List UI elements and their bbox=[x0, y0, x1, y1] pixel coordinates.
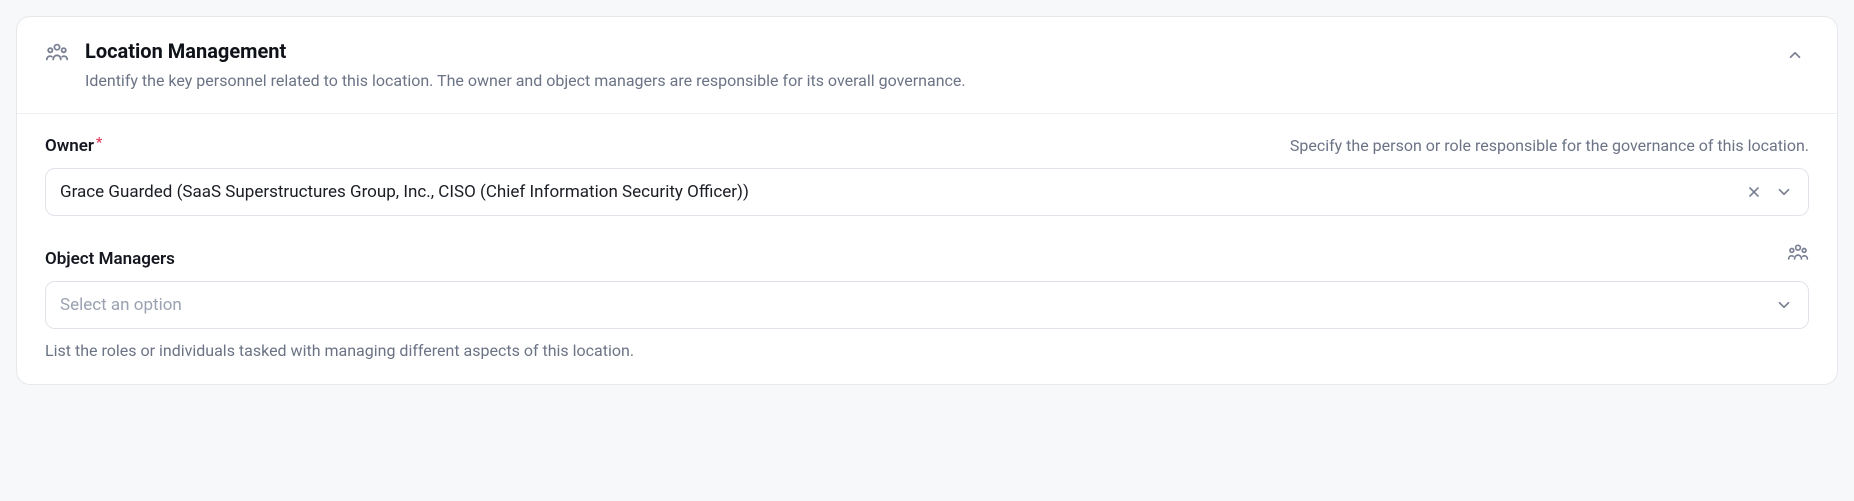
owner-label-text: Owner bbox=[45, 136, 94, 156]
owner-select-value: Grace Guarded (SaaS Superstructures Grou… bbox=[60, 182, 1732, 202]
owner-field: Owner * Specify the person or role respo… bbox=[45, 136, 1809, 216]
chevron-up-icon bbox=[1786, 46, 1804, 64]
owner-hint: Specify the person or role responsible f… bbox=[118, 136, 1809, 155]
people-icon bbox=[1787, 242, 1809, 264]
panel-subtitle: Identify the key personnel related to th… bbox=[85, 69, 1769, 93]
panel-body: Owner * Specify the person or role respo… bbox=[17, 114, 1837, 384]
object-managers-field-header: Object Managers bbox=[45, 242, 1809, 269]
chevron-down-icon bbox=[1774, 295, 1794, 315]
panel-header: Location Management Identify the key per… bbox=[17, 17, 1837, 114]
owner-select-actions bbox=[1744, 182, 1794, 202]
collapse-toggle[interactable] bbox=[1781, 41, 1809, 69]
owner-select[interactable]: Grace Guarded (SaaS Superstructures Grou… bbox=[45, 168, 1809, 216]
object-managers-label-text: Object Managers bbox=[45, 249, 175, 269]
required-indicator: * bbox=[96, 136, 102, 150]
object-managers-label: Object Managers bbox=[45, 249, 175, 269]
owner-field-header: Owner * Specify the person or role respo… bbox=[45, 136, 1809, 156]
panel-title: Location Management bbox=[85, 39, 1769, 63]
object-managers-select-actions bbox=[1774, 295, 1794, 315]
object-managers-placeholder: Select an option bbox=[60, 295, 1762, 315]
panel-header-text: Location Management Identify the key per… bbox=[85, 39, 1769, 93]
object-managers-hint: List the roles or individuals tasked wit… bbox=[45, 341, 1809, 360]
location-management-panel: Location Management Identify the key per… bbox=[16, 16, 1838, 385]
close-icon bbox=[1746, 184, 1762, 200]
people-icon bbox=[45, 41, 69, 65]
clear-button[interactable] bbox=[1744, 182, 1764, 202]
object-managers-select[interactable]: Select an option bbox=[45, 281, 1809, 329]
object-managers-field: Object Managers Select an option bbox=[45, 242, 1809, 360]
chevron-down-icon bbox=[1774, 182, 1794, 202]
owner-label: Owner * bbox=[45, 136, 102, 156]
